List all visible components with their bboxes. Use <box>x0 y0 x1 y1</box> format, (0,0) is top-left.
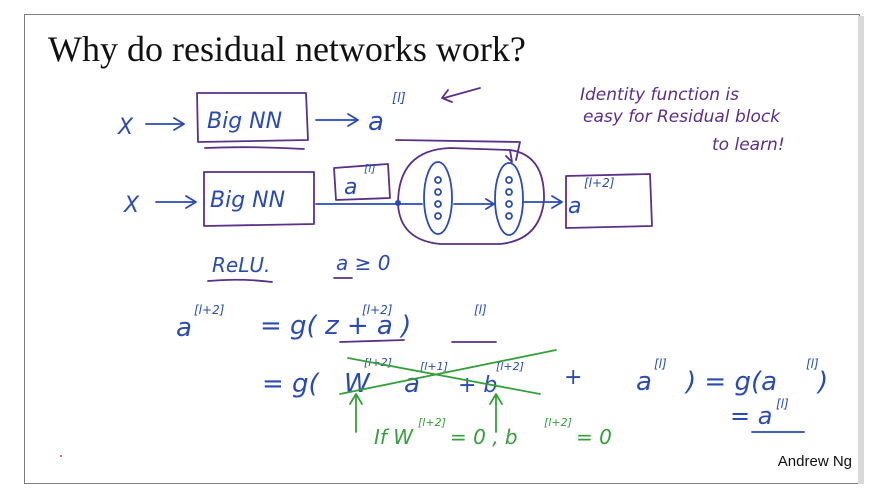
note-line-3: to learn! <box>712 135 785 155</box>
if-arrow-left <box>349 393 363 433</box>
if-note-sup-1: [l+2] <box>418 416 446 429</box>
if-note-end: = 0 <box>576 425 612 449</box>
block-inner-arrows <box>397 198 495 210</box>
a-l2-out-sup: [l+2] <box>584 176 615 190</box>
a-l-1-sup: [l] <box>392 91 406 106</box>
eq3-sup: [l] <box>776 397 789 411</box>
arrow-x2-to-bignn <box>155 195 197 209</box>
if-note: If W <box>374 425 414 449</box>
a-l-2: a <box>344 175 357 200</box>
layer-l-plus-1 <box>423 161 453 235</box>
a-l2-out: a <box>568 194 581 219</box>
note-line-1: Identity function is <box>580 85 739 105</box>
relu-underline <box>207 278 273 283</box>
arrow-x1-to-bignn <box>145 117 185 131</box>
eq2-plus: + <box>564 365 582 390</box>
pen-dot <box>60 455 62 457</box>
eq2-start: = g( <box>262 369 321 399</box>
eq1-lhs: a <box>176 313 192 343</box>
eq2-a: a <box>404 369 420 399</box>
eq3: = a <box>730 402 772 430</box>
big-nn-underline-1 <box>204 146 305 150</box>
eq2-paren: ) <box>816 367 828 397</box>
x-input-1: X <box>117 115 134 140</box>
slide: Why do residual networks work? X Big NN … <box>0 0 870 492</box>
eq1-z-sup: [l+2] <box>362 303 393 317</box>
a-l-1: a <box>368 107 384 137</box>
eq2-al: a <box>636 367 652 397</box>
a-l-2-sup: [l] <box>364 162 376 175</box>
eq2-close: ) = g(a <box>684 367 777 397</box>
if-note-sup-2: [l+2] <box>544 416 572 429</box>
author-name: Andrew Ng <box>777 453 852 470</box>
if-note-mid: = 0 , b <box>450 425 518 449</box>
a-ge-zero: a ≥ 0 <box>336 251 390 275</box>
layer-l-plus-2 <box>494 162 524 236</box>
big-nn-label-1: Big NN <box>207 109 282 134</box>
eq1-a-sup: [l] <box>474 303 487 317</box>
eq1-lhs-sup: [l+2] <box>194 303 225 317</box>
relu-label: ReLU. <box>212 253 270 277</box>
handwriting-layer: X Big NN a [l] Identity function is easy… <box>60 85 828 457</box>
x-input-2: X <box>123 193 140 218</box>
eq2-w: W <box>344 369 371 399</box>
eq2-al-sup: [l] <box>654 357 667 371</box>
arrow-bignn-to-a1 <box>315 113 359 127</box>
note-line-2: easy for Residual block <box>583 107 781 127</box>
a-l-2-box <box>333 163 391 201</box>
eq2-a-sup: [l+1] <box>420 360 448 373</box>
pointer-arrow <box>441 87 481 103</box>
skip-arrow-head <box>505 149 513 163</box>
big-nn-label-2: Big NN <box>210 188 285 213</box>
